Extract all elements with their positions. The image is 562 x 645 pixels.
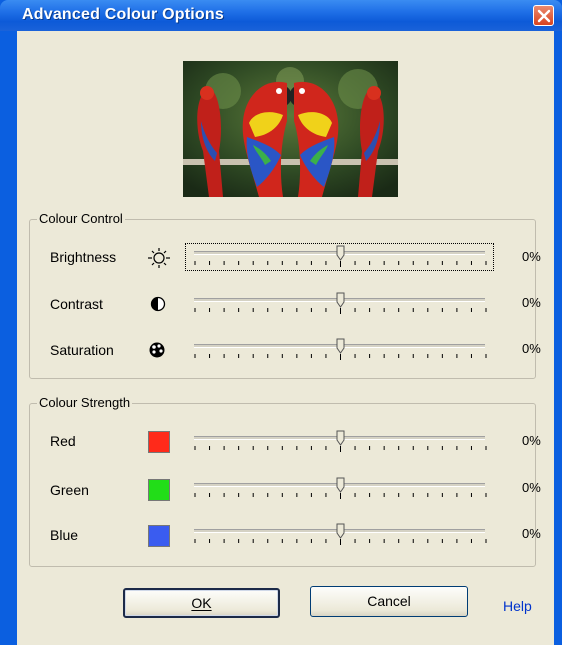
green-swatch	[148, 479, 170, 501]
slider-ticks	[194, 539, 487, 545]
cancel-button-label: Cancel	[367, 593, 411, 609]
brightness-slider[interactable]	[185, 243, 494, 271]
help-link[interactable]: Help	[503, 598, 532, 614]
red-label: Red	[50, 433, 76, 449]
saturation-slider[interactable]	[185, 336, 494, 364]
red-value: 0%	[522, 433, 541, 448]
title-bar[interactable]: Advanced Colour Options	[0, 0, 562, 31]
palette-icon	[149, 342, 165, 358]
window-title: Advanced Colour Options	[22, 6, 224, 23]
close-icon	[537, 9, 551, 23]
colour-control-legend: Colour Control	[37, 211, 125, 226]
green-value: 0%	[522, 480, 541, 495]
slider-thumb[interactable]	[336, 523, 345, 539]
slider-thumb[interactable]	[336, 292, 345, 308]
contrast-label: Contrast	[50, 296, 103, 312]
red-swatch	[148, 431, 170, 453]
sun-icon	[148, 248, 170, 268]
blue-swatch	[148, 525, 170, 547]
contrast-icon	[150, 296, 166, 312]
slider-ticks	[194, 493, 487, 499]
cancel-button[interactable]: Cancel	[310, 586, 468, 617]
blue-slider[interactable]	[185, 521, 494, 549]
blue-label: Blue	[50, 527, 79, 543]
contrast-value: 0%	[522, 295, 541, 310]
saturation-label: Saturation	[50, 342, 114, 358]
preview-image	[183, 61, 398, 197]
saturation-value: 0%	[522, 341, 541, 356]
slider-ticks	[194, 308, 487, 314]
dialog-client-area: Colour Control Colour Strength Brightnes…	[17, 31, 554, 645]
dialog-window: Advanced Colour Options Colour Control C…	[0, 0, 562, 645]
ok-button[interactable]: OK	[123, 588, 280, 618]
ok-button-label: OK	[191, 595, 212, 611]
contrast-slider[interactable]	[185, 290, 494, 318]
brightness-value: 0%	[522, 249, 541, 264]
slider-thumb[interactable]	[336, 430, 345, 446]
green-slider[interactable]	[185, 475, 494, 503]
green-label: Green	[50, 482, 89, 498]
slider-thumb[interactable]	[336, 338, 345, 354]
slider-ticks	[194, 446, 487, 452]
slider-ticks	[194, 354, 487, 360]
slider-ticks	[194, 261, 487, 267]
colour-strength-legend: Colour Strength	[37, 395, 133, 410]
blue-value: 0%	[522, 526, 541, 541]
close-button[interactable]	[533, 5, 554, 26]
slider-thumb[interactable]	[336, 245, 345, 261]
red-slider[interactable]	[185, 428, 494, 456]
slider-thumb[interactable]	[336, 477, 345, 493]
brightness-label: Brightness	[50, 249, 117, 265]
